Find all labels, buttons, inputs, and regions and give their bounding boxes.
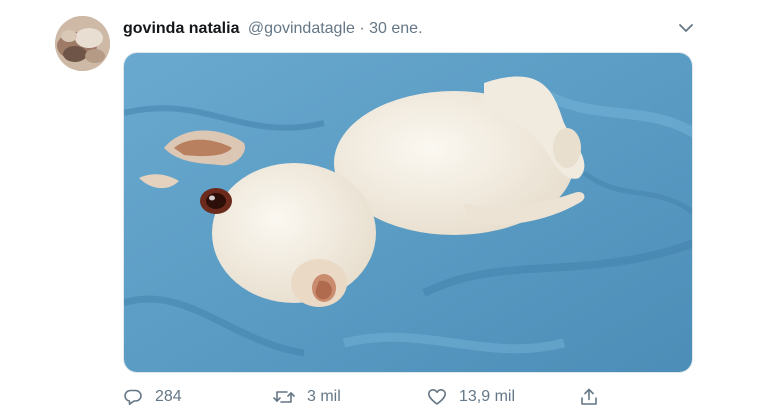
chevron-down-icon[interactable] (676, 18, 696, 38)
retweet-button[interactable]: 3 mil (273, 384, 341, 410)
author-name[interactable]: govinda natalia (123, 20, 239, 37)
like-count: 13,9 mil (459, 388, 516, 405)
reply-button[interactable]: 284 (123, 384, 182, 410)
tweet-photo[interactable] (123, 52, 693, 373)
retweet-icon (273, 387, 295, 407)
tweet: govinda natalia @govindatagle · 30 ene. (0, 0, 770, 420)
reply-icon (123, 387, 143, 407)
heart-icon (427, 387, 447, 407)
tweet-actions: 284 3 mil 13,9 mil (123, 384, 643, 410)
share-button[interactable] (579, 384, 599, 410)
reply-count: 284 (155, 388, 182, 405)
avatar[interactable] (55, 16, 110, 71)
tweet-date[interactable]: 30 ene. (369, 20, 422, 37)
separator: · (359, 20, 365, 37)
like-button[interactable]: 13,9 mil (427, 384, 515, 410)
tweet-header: govinda natalia @govindatagle · 30 ene. (123, 19, 423, 39)
author-handle[interactable]: @govindatagle (248, 20, 355, 37)
share-icon (579, 387, 599, 407)
retweet-count: 3 mil (307, 388, 341, 405)
